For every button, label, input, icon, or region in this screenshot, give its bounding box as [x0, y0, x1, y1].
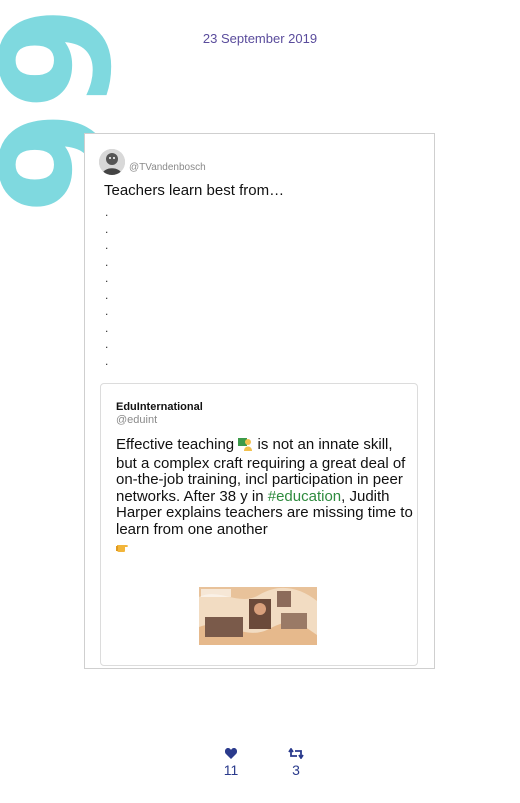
- pointing-hand-icon: [116, 541, 132, 558]
- tweet-card: @TVandenbosch Teachers learn best from… …: [84, 133, 435, 669]
- dot-line: .: [105, 304, 109, 318]
- quote-icon: 66: [0, 6, 138, 215]
- dot-line: .: [105, 205, 109, 219]
- teacher-emoji-icon: [238, 436, 253, 456]
- quoted-text-part: Effective teaching: [116, 436, 239, 453]
- dot-line: .: [105, 271, 109, 285]
- dot-line: .: [105, 287, 109, 302]
- quoted-tweet-image[interactable]: [199, 587, 317, 645]
- quoted-author-name[interactable]: EduInternational: [116, 401, 203, 413]
- avatar[interactable]: [99, 149, 125, 175]
- retweet-count: 3: [292, 762, 300, 778]
- tweet-stats: 11 3: [0, 746, 520, 786]
- dot-line: .: [105, 221, 109, 236]
- hashtag-link[interactable]: #education: [268, 488, 341, 505]
- dot-line: .: [105, 337, 109, 351]
- tweet-text: Teachers learn best from…: [104, 182, 285, 199]
- dot-line: .: [105, 320, 109, 335]
- tweet-dots: . . . . . . . . . .: [105, 204, 108, 369]
- dot-line: .: [105, 254, 109, 269]
- like-stat[interactable]: 11: [211, 746, 251, 778]
- dot-line: .: [105, 353, 109, 368]
- retweet-icon[interactable]: [276, 746, 316, 762]
- tweet-date: 23 September 2019: [202, 31, 318, 46]
- quoted-tweet-text: Effective teaching is not an innate skil…: [116, 436, 416, 557]
- tweet-handle[interactable]: @TVandenbosch: [129, 162, 206, 173]
- like-count: 11: [223, 762, 239, 778]
- quoted-tweet[interactable]: EduInternational @eduint Effective teach…: [100, 383, 418, 666]
- retweet-stat[interactable]: 3: [276, 746, 316, 778]
- heart-icon[interactable]: [211, 746, 251, 762]
- dot-line: .: [105, 238, 109, 252]
- quoted-author-handle[interactable]: @eduint: [116, 414, 157, 426]
